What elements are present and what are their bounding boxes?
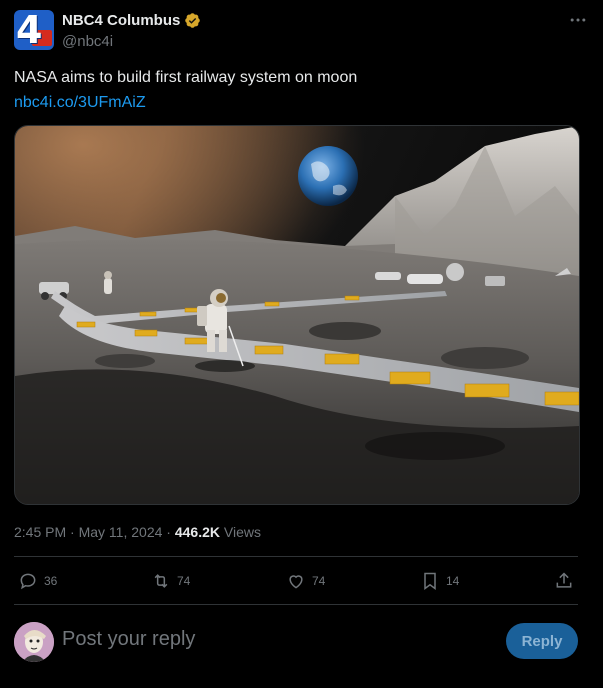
meta-separator: ·: [66, 524, 79, 540]
reply-button[interactable]: Reply: [506, 623, 578, 659]
current-user-avatar[interactable]: [14, 622, 54, 662]
bookmark-icon: [424, 572, 436, 590]
author-display-name[interactable]: NBC4 Columbus: [62, 12, 180, 29]
verified-badge-icon: [185, 13, 201, 28]
tweet-header: 4 NBC4 Columbus @nbc4i: [14, 10, 590, 54]
heart-icon: [289, 575, 303, 589]
reply-input[interactable]: Post your reply: [62, 628, 195, 651]
reply-count: 36: [44, 574, 58, 588]
divider-bottom: [14, 604, 578, 605]
share-action-button[interactable]: [554, 566, 574, 596]
meta-separator-2: ·: [162, 524, 175, 540]
tweet-text: NASA aims to build first railway system …: [14, 69, 358, 86]
tweet-link[interactable]: nbc4i.co/3UFmAiZ: [14, 94, 146, 112]
tweet-meta: 2:45 PM · May 11, 2024 · 446.2K Views: [14, 524, 261, 540]
like-count: 74: [312, 574, 326, 588]
author-avatar[interactable]: 4: [14, 10, 54, 50]
repost-icon: [154, 574, 168, 588]
divider-top: [14, 556, 578, 557]
moon-railway-illustration: [15, 126, 579, 504]
action-bar: 36 74 74 14: [14, 566, 578, 596]
tweet-date[interactable]: May 11, 2024: [79, 524, 163, 540]
repost-action-button[interactable]: 74: [151, 566, 190, 596]
bookmark-count: 14: [446, 574, 460, 588]
repost-count: 74: [177, 574, 191, 588]
author-handle[interactable]: @nbc4i: [62, 33, 113, 50]
views-count: 446.2K: [174, 524, 220, 540]
tweet-time[interactable]: 2:45 PM: [14, 524, 66, 540]
reply-icon: [20, 573, 36, 590]
reply-action-button[interactable]: 36: [18, 566, 57, 596]
more-options-button[interactable]: [566, 10, 590, 30]
avatar-logo-glyph: 4: [16, 10, 43, 50]
share-icon: [556, 572, 572, 588]
author-name-row[interactable]: NBC4 Columbus: [62, 12, 201, 29]
reply-composer: Post your reply Reply: [14, 620, 578, 664]
more-horizontal-icon: [570, 18, 586, 22]
views-label: Views: [223, 524, 261, 540]
user-avatar-image: [14, 622, 54, 662]
like-action-button[interactable]: 74: [286, 566, 325, 596]
tweet-media-image[interactable]: [14, 125, 580, 505]
bookmark-action-button[interactable]: 14: [420, 566, 459, 596]
